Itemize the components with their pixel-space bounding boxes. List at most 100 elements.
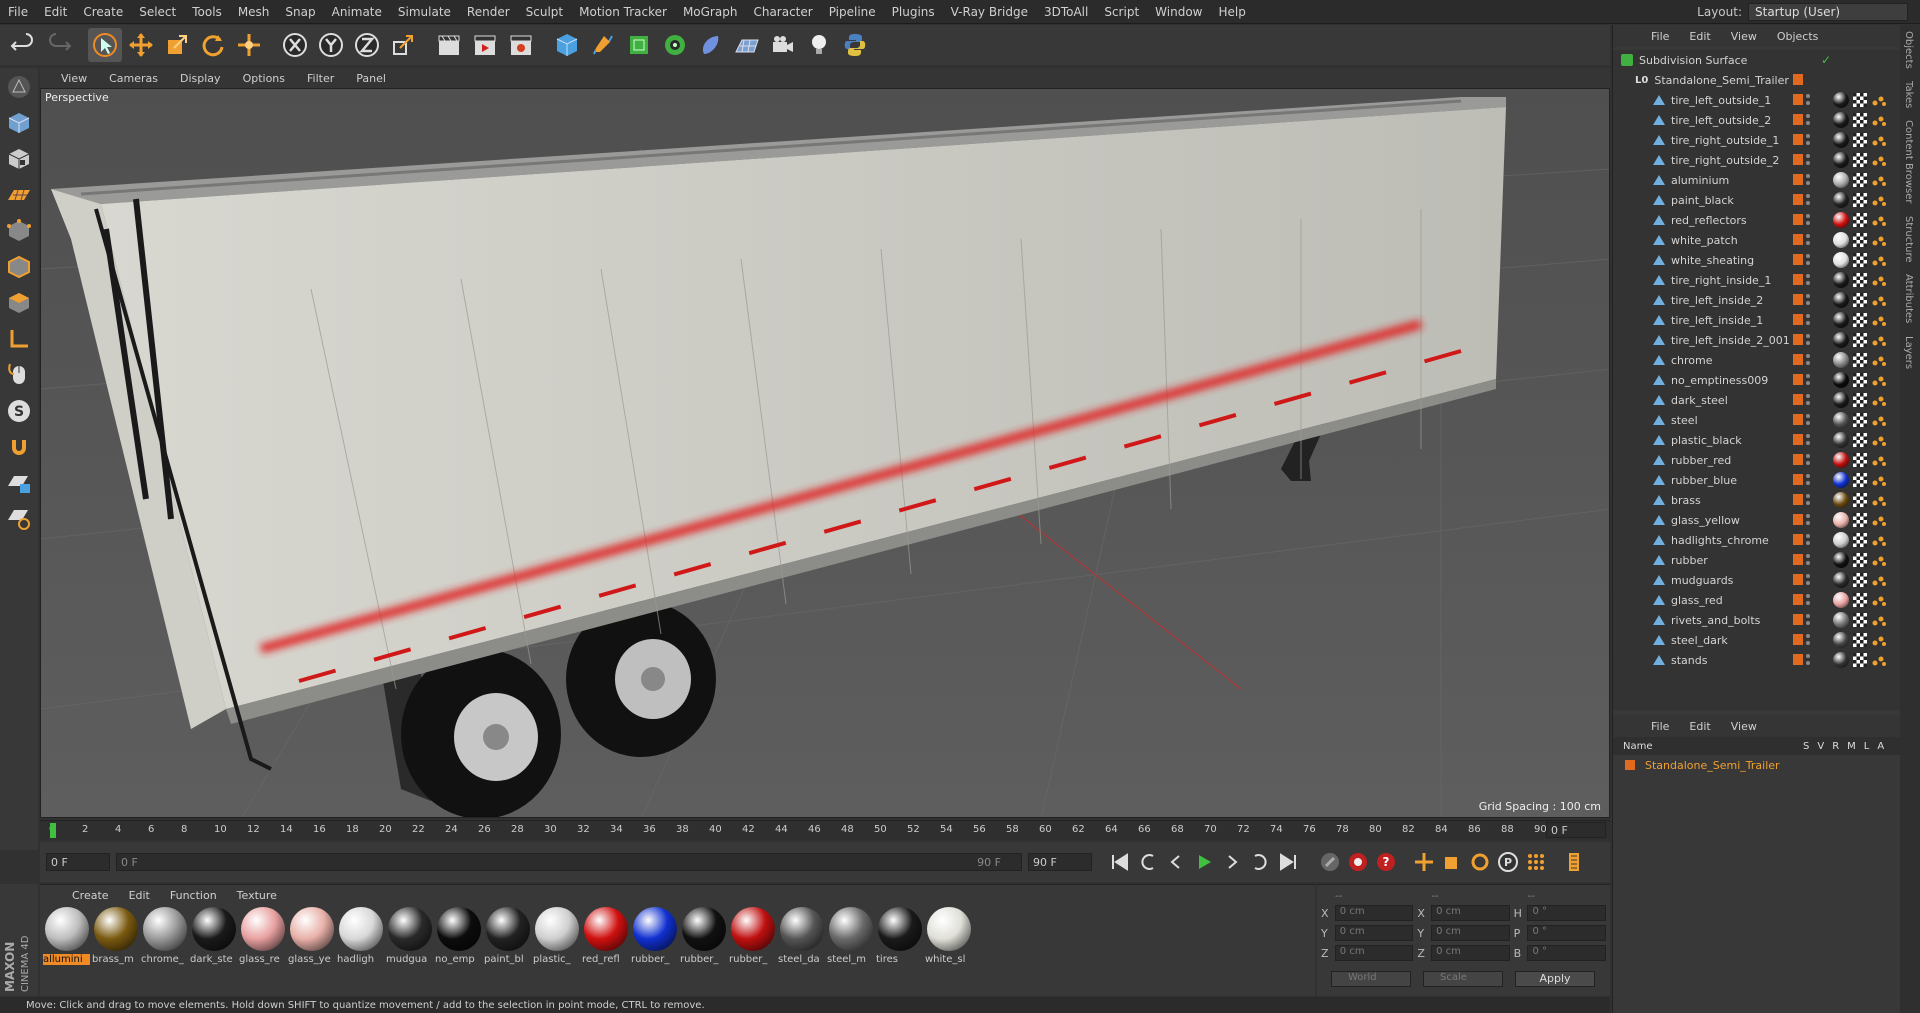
coordinate-system-button[interactable]: [386, 28, 420, 62]
grid-snap-button[interactable]: [2, 502, 36, 536]
material-tag-icon[interactable]: [1833, 292, 1849, 308]
material-swatch[interactable]: rubber_: [728, 907, 777, 965]
menu-pipeline[interactable]: Pipeline: [821, 5, 884, 19]
light-button[interactable]: [802, 28, 836, 62]
material-tag-icon[interactable]: [1833, 552, 1849, 568]
material-tag-icon[interactable]: [1833, 392, 1849, 408]
texture-tag-icon[interactable]: [1853, 173, 1867, 187]
material-tag-icon[interactable]: [1833, 192, 1849, 208]
keyframe-selection-button[interactable]: ?: [1372, 848, 1400, 876]
texture-mode-button[interactable]: [2, 142, 36, 176]
apply-button[interactable]: Apply: [1515, 971, 1595, 987]
visibility-dots[interactable]: [1806, 614, 1810, 625]
texture-tag-icon[interactable]: [1853, 473, 1867, 487]
material-tag-icon[interactable]: [1833, 232, 1849, 248]
material-tag-icon[interactable]: [1833, 632, 1849, 648]
end-frame-field[interactable]: 90 F: [1028, 853, 1092, 871]
size-mode-dropdown[interactable]: Scale: [1423, 971, 1503, 987]
tree-row[interactable]: no_emptiness009: [1613, 370, 1901, 390]
texture-tag-icon[interactable]: [1853, 653, 1867, 667]
coord-value-field[interactable]: 0 cm: [1431, 905, 1510, 921]
grid-lock-button[interactable]: [2, 466, 36, 500]
tree-row[interactable]: rubber: [1613, 550, 1901, 570]
key-rotation-button[interactable]: [1466, 848, 1494, 876]
uvw-tag-icon[interactable]: [1871, 493, 1887, 507]
uvw-tag-icon[interactable]: [1871, 453, 1887, 467]
material-swatch[interactable]: steel_da: [777, 907, 826, 965]
uvw-tag-icon[interactable]: [1871, 373, 1887, 387]
tree-row[interactable]: brass: [1613, 490, 1901, 510]
material-tag-icon[interactable]: [1833, 352, 1849, 368]
texture-tag-icon[interactable]: [1853, 633, 1867, 647]
tree-row[interactable]: tire_left_inside_1: [1613, 310, 1901, 330]
layer-row[interactable]: Standalone_Semi_Trailer: [1613, 755, 1901, 775]
uvw-tag-icon[interactable]: [1871, 533, 1887, 547]
polygons-mode-button[interactable]: [2, 286, 36, 320]
edges-mode-button[interactable]: [2, 250, 36, 284]
material-tag-icon[interactable]: [1833, 412, 1849, 428]
current-frame-field[interactable]: 0 F: [1546, 822, 1606, 838]
uvw-tag-icon[interactable]: [1871, 173, 1887, 187]
layer-column-r[interactable]: R: [1832, 741, 1839, 752]
object-menu-edit[interactable]: Edit: [1679, 30, 1720, 43]
tree-row[interactable]: chrome: [1613, 350, 1901, 370]
layer-column-a[interactable]: A: [1877, 741, 1884, 752]
texture-tag-icon[interactable]: [1853, 353, 1867, 367]
menu-animate[interactable]: Animate: [324, 5, 390, 19]
tree-row[interactable]: tire_left_outside_2: [1613, 110, 1901, 130]
uvw-tag-icon[interactable]: [1871, 573, 1887, 587]
material-swatch[interactable]: tires: [875, 907, 924, 965]
texture-tag-icon[interactable]: [1853, 453, 1867, 467]
camera-button[interactable]: [766, 28, 800, 62]
visibility-dots[interactable]: [1806, 514, 1810, 525]
previous-frame-button[interactable]: [1162, 848, 1190, 876]
menu-snap[interactable]: Snap: [277, 5, 323, 19]
texture-tag-icon[interactable]: [1853, 533, 1867, 547]
side-tab-content-browser[interactable]: Content Browser: [1900, 114, 1917, 209]
viewport-menu-display[interactable]: Display: [169, 72, 232, 85]
render-settings-button[interactable]: [504, 28, 538, 62]
playhead[interactable]: [50, 823, 56, 838]
visibility-dots[interactable]: [1806, 654, 1810, 665]
start-frame-field[interactable]: 0 F: [46, 853, 110, 871]
coord-value-field[interactable]: 0 °: [1527, 925, 1606, 941]
autokey-button[interactable]: [1344, 848, 1372, 876]
texture-tag-icon[interactable]: [1853, 493, 1867, 507]
menu-v-ray-bridge[interactable]: V-Ray Bridge: [943, 5, 1036, 19]
side-tab-objects[interactable]: Objects: [1900, 25, 1917, 75]
record-keys-button[interactable]: [1316, 848, 1344, 876]
menu-sculpt[interactable]: Sculpt: [518, 5, 571, 19]
tree-row[interactable]: plastic_black: [1613, 430, 1901, 450]
texture-tag-icon[interactable]: [1853, 393, 1867, 407]
menu-mograph[interactable]: MoGraph: [675, 5, 746, 19]
uvw-tag-icon[interactable]: [1871, 253, 1887, 267]
tree-row[interactable]: rubber_blue: [1613, 470, 1901, 490]
material-menu-edit[interactable]: Edit: [119, 889, 160, 902]
axis-mode-button[interactable]: [2, 322, 36, 356]
visibility-dots[interactable]: [1806, 254, 1810, 265]
menu-render[interactable]: Render: [459, 5, 518, 19]
tree-row[interactable]: red_reflectors: [1613, 210, 1901, 230]
visibility-dots[interactable]: [1806, 394, 1810, 405]
menu-edit[interactable]: Edit: [36, 5, 75, 19]
visibility-dots[interactable]: [1806, 534, 1810, 545]
menu-file[interactable]: File: [0, 5, 36, 19]
transform-tool-button[interactable]: [232, 28, 266, 62]
viewport-perspective[interactable]: Perspective Grid Spacing : 100 cm: [40, 88, 1610, 818]
timeline-ruler[interactable]: 0246810121416182022242628303234363840424…: [40, 820, 1610, 840]
coord-value-field[interactable]: 0 cm: [1431, 945, 1510, 961]
side-tab-takes[interactable]: Takes: [1900, 75, 1917, 114]
object-menu-view[interactable]: View: [1721, 30, 1767, 43]
visibility-dots[interactable]: [1806, 274, 1810, 285]
texture-tag-icon[interactable]: [1853, 373, 1867, 387]
tree-row[interactable]: tire_right_inside_1: [1613, 270, 1901, 290]
visibility-dots[interactable]: [1806, 234, 1810, 245]
subdivision-button[interactable]: [622, 28, 656, 62]
uvw-tag-icon[interactable]: [1871, 193, 1887, 207]
make-editable-button[interactable]: [2, 70, 36, 104]
material-swatch[interactable]: glass_ye: [287, 907, 336, 965]
uvw-tag-icon[interactable]: [1871, 133, 1887, 147]
python-button[interactable]: [838, 28, 872, 62]
uvw-tag-icon[interactable]: [1871, 93, 1887, 107]
material-tag-icon[interactable]: [1833, 332, 1849, 348]
